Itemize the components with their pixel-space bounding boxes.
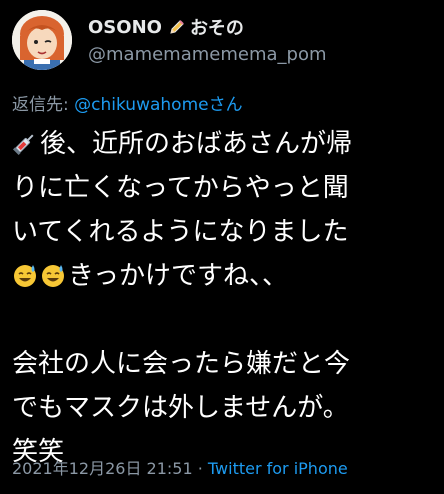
tweet-meta: 2021年12月26日 21:51 · Twitter for iPhone [12, 455, 348, 479]
reply-prefix: 返信先: [12, 95, 75, 115]
display-name[interactable]: OSONO おその [88, 14, 428, 40]
tweet-line-3: いてくれるようになりました [12, 217, 349, 247]
tweet-line-1-text: 後、近所のおばあさんが帰 [40, 129, 353, 159]
tweet-line-4: きっかけですね、、 [12, 254, 436, 298]
user-handle[interactable]: @mamemamemema_pom [88, 44, 428, 65]
avatar[interactable] [12, 10, 72, 70]
tweet-line-6: でもマスクは外しませんが。 [12, 393, 349, 423]
tweet-line-1: 後、近所のおばあさんが帰 [12, 122, 436, 166]
syringe-emoji [12, 126, 38, 156]
tweet-line-4-text: きっかけですね、、 [68, 261, 288, 291]
tweet-source-link[interactable]: Twitter for iPhone [208, 459, 348, 478]
tweet-body: 後、近所のおばあさんが帰 りに亡くなってからやっと聞 いてくれるようになりました… [12, 122, 436, 474]
pencil-icon [168, 18, 186, 36]
display-name-text: OSONO [88, 16, 162, 38]
meta-separator: · [192, 459, 208, 478]
tweet-header: OSONO おその @mamemamemema_pom [12, 10, 432, 76]
tweet-line-5: 会社の人に会ったら嫌だと今 [12, 349, 351, 379]
tweet-timestamp[interactable]: 2021年12月26日 21:51 [12, 459, 193, 478]
tweet: OSONO おその @mamemamemema_pom 返信先: @chikuw… [0, 0, 444, 494]
tweet-line-2: りに亡くなってからやっと聞 [12, 173, 349, 203]
avatar-image [12, 10, 72, 70]
user-names: OSONO おその @mamemamemema_pom [88, 14, 428, 66]
sweat-smile-emoji [40, 258, 66, 287]
sweat-smile-emoji [12, 258, 38, 287]
reply-to-line: 返信先: @chikuwahomeさん [12, 90, 243, 115]
display-name-suffix: おその [189, 18, 244, 39]
reply-mention-link[interactable]: @chikuwahomeさん [74, 95, 242, 115]
